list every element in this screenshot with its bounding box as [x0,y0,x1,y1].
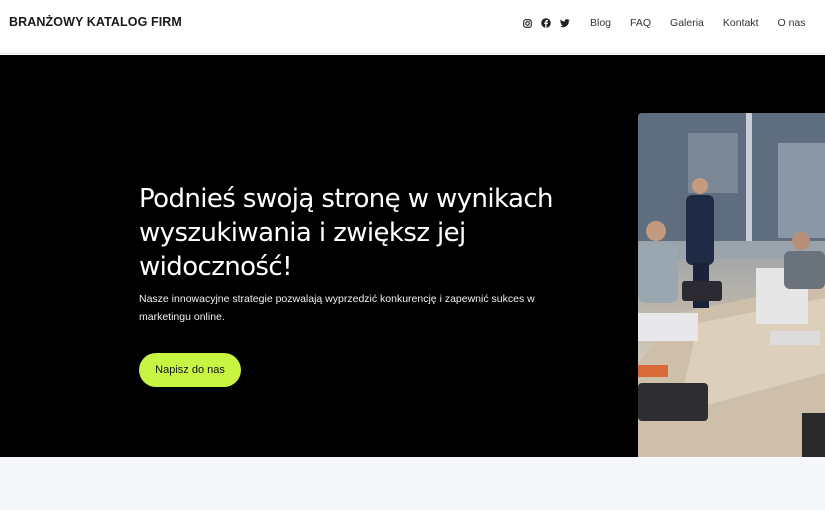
nav-blog[interactable]: Blog [590,17,611,29]
hero-subtitle: Nasze innowacyjne strategie pozwalają wy… [139,293,535,323]
main-nav: Blog FAQ Galeria Kontakt O nas Po [590,17,825,29]
twitter-icon[interactable] [559,17,571,29]
nav-galeria[interactable]: Galeria [670,17,704,29]
facebook-icon[interactable] [540,17,552,29]
site-header: BRANŻOWY KATALOG FIRM Blog FAQ Galeria K… [0,0,825,54]
social-links [521,17,571,29]
contact-button[interactable]: Napisz do nas [139,353,241,387]
hero-title: Podnieś swoją stronę w wynikach wyszukiw… [139,184,554,282]
hero-office-photo [638,113,825,457]
nav-kontakt[interactable]: Kontakt [723,17,759,29]
nav-faq[interactable]: FAQ [630,17,651,29]
nav-o-nas[interactable]: O nas [778,17,806,29]
instagram-icon[interactable] [521,17,533,29]
hero-section: Podnieś swoją stronę w wynikach wyszukiw… [0,55,825,457]
site-logo[interactable]: BRANŻOWY KATALOG FIRM [9,15,182,29]
next-section [0,457,825,510]
